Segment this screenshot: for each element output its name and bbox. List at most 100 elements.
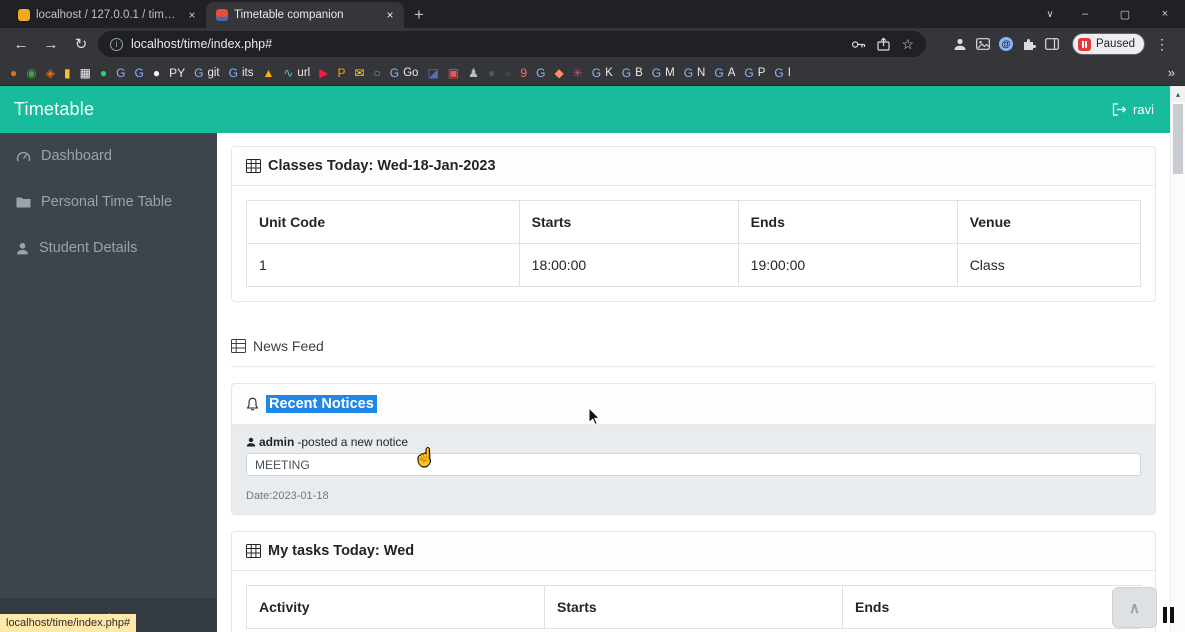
profile-extension-icon[interactable] — [953, 37, 967, 51]
notice-author: admin — [259, 435, 295, 449]
bookmark-favicon: G — [621, 65, 632, 80]
page-scrollbar[interactable]: ▴ — [1170, 86, 1185, 632]
bookmark-item[interactable]: ● — [504, 67, 511, 79]
bookmark-item[interactable]: ◉ — [26, 67, 36, 79]
paused-badge[interactable]: Paused — [1071, 33, 1145, 55]
bookmark-item[interactable]: ◈ — [46, 67, 55, 79]
tab-search-icon[interactable]: ∨ — [1035, 0, 1065, 28]
cell-unit-code: 1 — [246, 243, 520, 287]
paused-recorder-icon — [1077, 37, 1091, 51]
notices-card-header: Recent Notices — [232, 384, 1155, 425]
bookmark-item[interactable]: ▲ — [262, 67, 274, 79]
news-feed-label: News Feed — [253, 338, 324, 354]
bookmark-item[interactable]: ∿ url — [283, 67, 310, 79]
image-extension-icon[interactable] — [976, 38, 990, 50]
tab-close-icon[interactable]: × — [184, 7, 200, 23]
app-brand[interactable]: Timetable — [14, 99, 94, 120]
bookmark-item[interactable]: GI — [774, 67, 791, 79]
scrollbar-thumb[interactable] — [1173, 104, 1183, 174]
bookmark-item[interactable]: GB — [622, 67, 643, 79]
table-row: 1 18:00:00 19:00:00 Class — [246, 243, 1142, 287]
bookmark-item[interactable]: ✉ — [354, 67, 364, 79]
bookmark-star-icon[interactable]: ☆ — [901, 37, 914, 51]
classes-card-title: Classes Today: Wed-18-Jan-2023 — [268, 158, 496, 174]
notice-item: admin -posted a new notice Date:2023-01-… — [232, 425, 1155, 514]
minimize-button[interactable]: – — [1065, 0, 1105, 28]
bookmark-item[interactable]: ○ — [374, 67, 381, 79]
tasks-table: Activity Starts Ends — [246, 585, 1141, 629]
cell-ends: 19:00:00 — [737, 243, 958, 287]
bookmark-item[interactable]: 9 — [520, 67, 527, 79]
bookmark-item[interactable]: ● — [488, 67, 495, 79]
close-button[interactable]: × — [1145, 0, 1185, 28]
forward-icon[interactable]: → — [38, 31, 64, 57]
bookmark-favicon: ▲ — [262, 65, 275, 80]
news-feed-icon — [231, 339, 246, 353]
bookmarks-bar: ● ◉ ◈ ▮ ▦ ● G G ● PY Ggit Gits ▲ ∿ url ▶ P ✉ ○ G Go ◪ ▣ ♟ ● ● 9 G ◆ ✳… — [0, 60, 1185, 86]
bookmark-favicon: ● — [99, 65, 108, 80]
tasks-card-header: My tasks Today: Wed — [232, 532, 1155, 571]
bookmark-item[interactable]: P — [337, 67, 345, 79]
browser-menu-icon[interactable]: ⋮ — [1149, 36, 1177, 53]
key-icon[interactable] — [851, 38, 866, 51]
bookmark-item[interactable]: GP — [744, 67, 765, 79]
recorder-pause-icon[interactable] — [1163, 607, 1174, 623]
maximize-button[interactable]: ▢ — [1105, 0, 1145, 28]
bookmark-item[interactable]: GN — [684, 67, 706, 79]
bookmark-favicon: G — [389, 65, 400, 80]
logout-link[interactable]: ravi — [1112, 102, 1154, 117]
bookmarks-overflow-icon[interactable]: » — [1162, 65, 1175, 80]
tab-phpmyadmin[interactable]: localhost / 127.0.0.1 / time / clas × — [8, 2, 206, 28]
bookmark-label: B — [635, 66, 643, 79]
reload-icon[interactable]: ↻ — [68, 31, 94, 57]
bookmark-item[interactable]: ✳ — [573, 67, 583, 79]
notice-meta: admin -posted a new notice — [246, 435, 1141, 449]
bookmark-label: M — [665, 66, 675, 79]
bookmark-item[interactable]: ▣ — [448, 67, 459, 79]
bookmark-item[interactable]: GA — [714, 67, 735, 79]
notice-text-input[interactable] — [246, 453, 1141, 476]
bookmark-item[interactable]: G Go — [390, 67, 419, 79]
web-page: Timetable ravi Dashboard Personal Time T… — [0, 86, 1185, 632]
bookmark-item[interactable]: GK — [592, 67, 613, 79]
bookmark-item[interactable]: ◪ — [427, 67, 438, 79]
share-icon[interactable] — [877, 37, 891, 51]
bookmark-item[interactable]: PY — [169, 67, 185, 79]
sidebar-item-personal-time-table[interactable]: Personal Time Table — [0, 179, 217, 225]
bookmark-favicon: ● — [10, 65, 18, 80]
bookmark-favicon: G — [134, 65, 144, 80]
tab-timetable-companion[interactable]: Timetable companion × — [206, 2, 404, 28]
bookmark-item[interactable]: G — [116, 67, 125, 79]
back-icon[interactable]: ← — [8, 31, 34, 57]
bookmark-item[interactable]: G — [135, 67, 144, 79]
bookmark-item[interactable]: ♟ — [468, 67, 479, 79]
back-to-top-button[interactable]: ∧ — [1112, 587, 1157, 628]
side-panel-icon[interactable] — [1045, 38, 1059, 50]
at-extension-icon[interactable]: @ — [998, 37, 1013, 51]
classes-today-card: Classes Today: Wed-18-Jan-2023 Unit Code… — [231, 146, 1156, 302]
tasks-card-body: Activity Starts Ends — [232, 571, 1155, 632]
column-header-activity: Activity — [246, 585, 545, 629]
bookmark-item[interactable]: Gits — [229, 67, 254, 79]
bookmark-item[interactable]: GM — [652, 67, 675, 79]
bookmark-item[interactable]: Ggit — [194, 67, 220, 79]
bookmark-item[interactable]: ▶ — [319, 67, 328, 79]
scrollbar-up-arrow-icon[interactable]: ▴ — [1171, 86, 1185, 102]
tasks-card-title: My tasks Today: Wed — [268, 543, 415, 559]
sidebar-item-student-details[interactable]: Student Details — [0, 225, 217, 271]
new-tab-button[interactable]: + — [404, 2, 434, 28]
bookmark-item[interactable]: ● — [10, 67, 17, 79]
bookmark-item[interactable]: ▮ — [64, 67, 71, 79]
extensions-puzzle-icon[interactable] — [1022, 37, 1036, 51]
address-bar[interactable]: i localhost/time/index.php# ☆ — [98, 31, 926, 57]
bookmark-item[interactable]: ● — [100, 67, 107, 79]
bookmark-item[interactable]: ● — [153, 67, 160, 79]
bookmark-item[interactable]: ◆ — [554, 67, 563, 79]
bookmark-label: A — [727, 66, 736, 79]
sidebar-item-dashboard[interactable]: Dashboard — [0, 133, 217, 179]
bookmark-item[interactable]: ▦ — [80, 67, 91, 79]
site-info-icon[interactable]: i — [110, 37, 123, 51]
tab-close-icon[interactable]: × — [382, 7, 398, 23]
bookmark-favicon: G — [714, 65, 724, 80]
bookmark-item[interactable]: G — [536, 67, 545, 79]
